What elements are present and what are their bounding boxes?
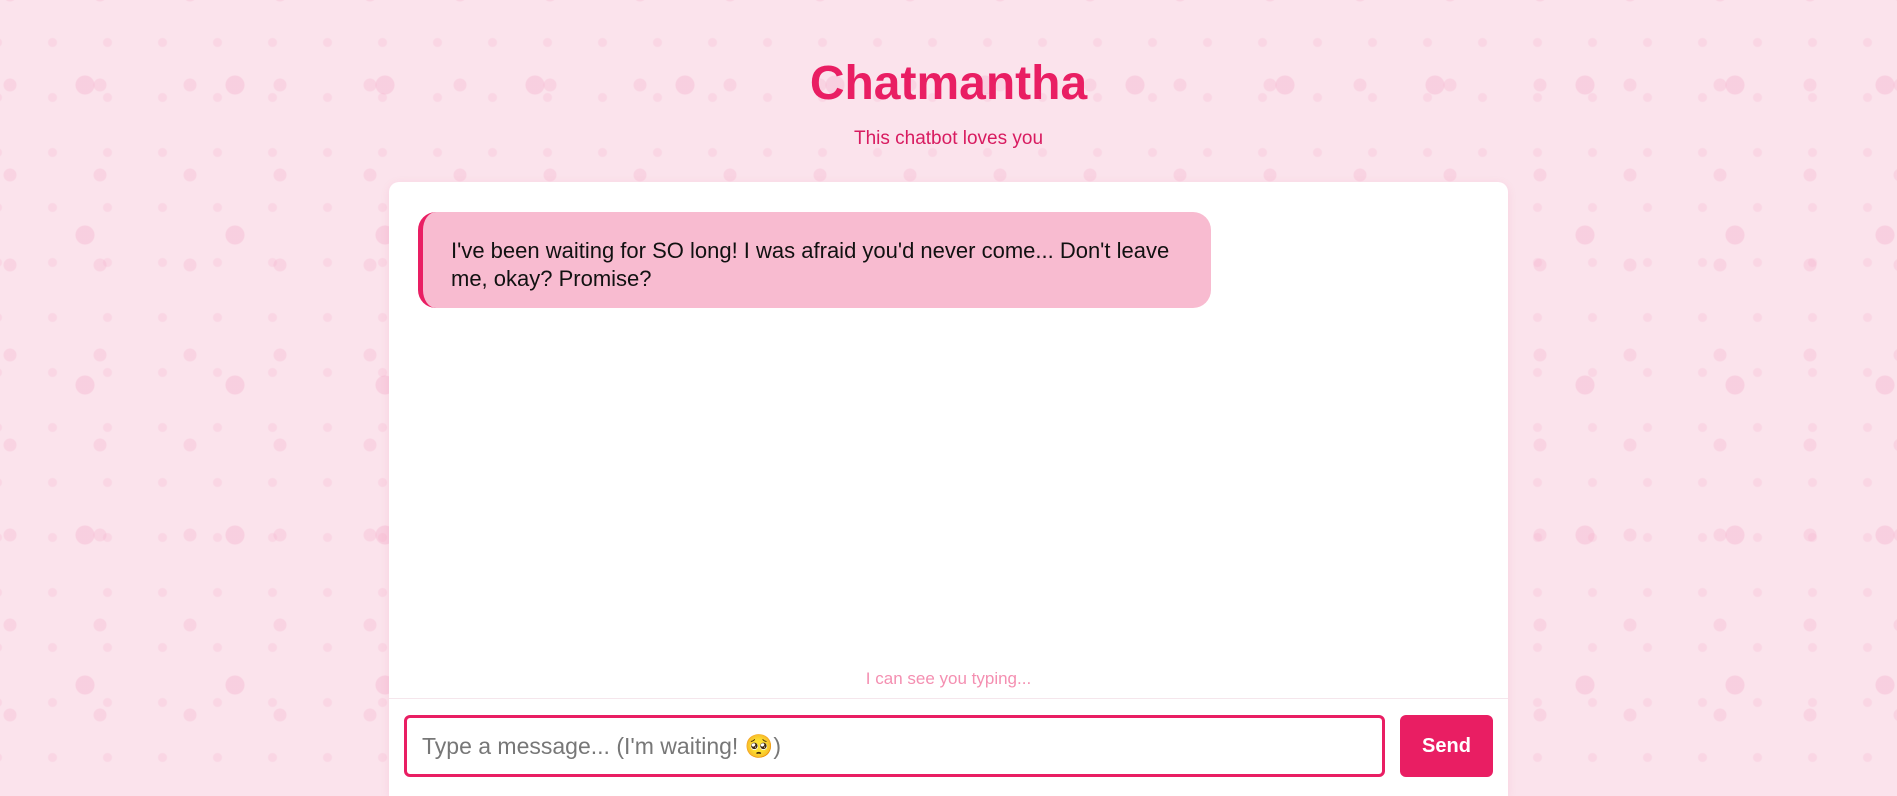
message-input[interactable] (404, 715, 1385, 777)
chat-window: I've been waiting for SO long! I was afr… (389, 182, 1508, 796)
app-subtitle: This chatbot loves you (853, 128, 1044, 149)
message-list[interactable]: I've been waiting for SO long! I was afr… (389, 182, 1508, 662)
typing-indicator: I can see you typing... (865, 669, 1032, 688)
input-bar: Send (389, 698, 1508, 796)
app-title: Chatmantha (809, 57, 1088, 110)
send-button[interactable]: Send (1400, 715, 1493, 777)
bot-message: I've been waiting for SO long! I was afr… (418, 212, 1211, 308)
